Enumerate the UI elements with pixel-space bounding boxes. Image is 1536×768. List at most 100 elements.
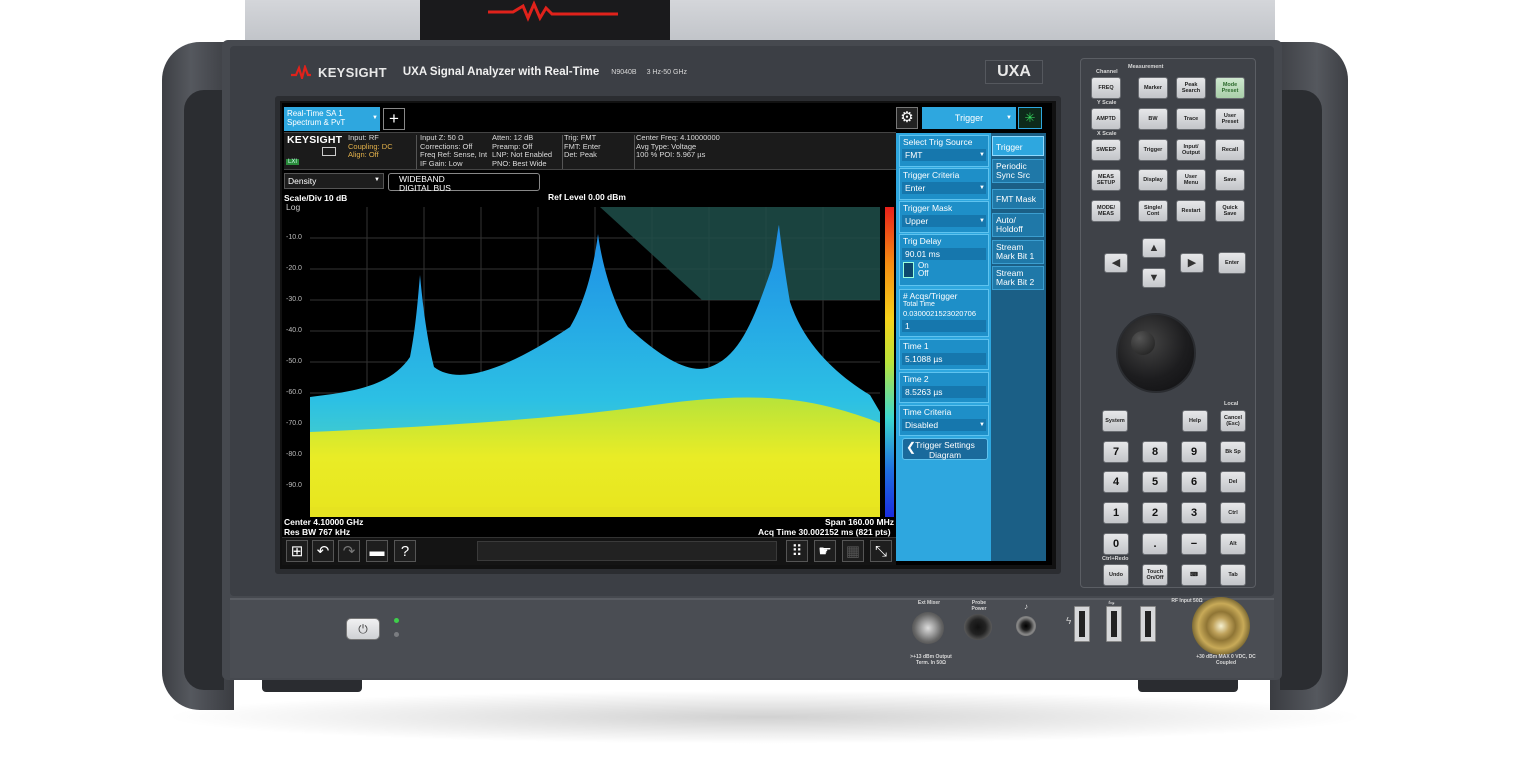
minus-key[interactable]: − xyxy=(1181,533,1207,555)
maximize-icon[interactable]: ⤡ xyxy=(870,540,892,562)
display-key[interactable]: Display xyxy=(1138,169,1168,191)
redo-icon[interactable]: ↷ xyxy=(338,540,360,562)
brand-name: KEYSIGHT xyxy=(318,64,387,80)
resolution-bandwidth: Res BW 767 kHz xyxy=(284,527,351,537)
quick-save-key[interactable]: Quick Save xyxy=(1215,200,1245,222)
numkey-5[interactable]: 5 xyxy=(1142,471,1168,493)
arrow-left-key[interactable]: ◀ xyxy=(1104,253,1128,273)
brand-header: KEYSIGHT UXA Signal Analyzer with Real-T… xyxy=(290,62,687,82)
noise-floor xyxy=(310,507,880,517)
numkey-6[interactable]: 6 xyxy=(1181,471,1207,493)
gear-icon[interactable]: ⚙ xyxy=(896,107,918,129)
menu-title-dropdown[interactable]: Trigger ▼ xyxy=(922,107,1016,129)
undo-icon[interactable]: ↶ xyxy=(312,540,334,562)
delay-toggle[interactable]: On Off xyxy=(903,262,985,278)
trigger-criteria-dropdown[interactable]: Trigger Criteria Enter ▼ xyxy=(899,168,989,200)
grid-icon[interactable]: ▦ xyxy=(842,540,864,562)
ext-mixer-label: Ext Mixer xyxy=(917,600,941,606)
user-preset-key[interactable]: User Preset xyxy=(1215,108,1245,130)
help-key[interactable]: Help xyxy=(1182,410,1208,432)
add-screen-button[interactable]: + xyxy=(383,108,405,130)
time1-value[interactable]: 5.1088 µs xyxy=(902,353,986,365)
file-folder-icon[interactable]: ▬ xyxy=(366,540,388,562)
criteria-value: Enter ▼ xyxy=(902,182,986,194)
numkey-4[interactable]: 4 xyxy=(1103,471,1129,493)
trigger-mask-dropdown[interactable]: Trigger Mask Upper ▼ xyxy=(899,201,989,233)
time-criteria-dropdown[interactable]: Time Criteria Disabled ▼ xyxy=(899,405,989,436)
density-spectrum-plot[interactable] xyxy=(310,207,880,517)
numkey-3[interactable]: 3 xyxy=(1181,502,1207,524)
time1-field[interactable]: Time 1 5.1088 µs xyxy=(899,339,989,370)
numkey-1[interactable]: 1 xyxy=(1103,502,1129,524)
keyboard-icon[interactable]: ⌨ xyxy=(1181,564,1207,586)
lightning-icon: ϟ xyxy=(1066,616,1072,627)
freq-key[interactable]: FREQ xyxy=(1091,77,1121,99)
numkey-7[interactable]: 7 xyxy=(1103,441,1129,463)
enter-key[interactable]: Enter xyxy=(1218,252,1246,274)
recall-key[interactable]: Recall xyxy=(1215,139,1245,161)
touch-icon[interactable]: ☛ xyxy=(814,540,836,562)
softkey-fmt-mask[interactable]: FMT Mask xyxy=(992,189,1044,209)
softkey-auto-holdoff[interactable]: Auto/Holdoff xyxy=(992,213,1044,237)
tab-key[interactable]: Tab xyxy=(1220,564,1246,586)
softkey-label: Mark Bit 1 xyxy=(996,251,1035,261)
rotary-knob[interactable] xyxy=(1116,313,1196,393)
softkey-stream-mark-2[interactable]: Stream Mark Bit 2 xyxy=(992,266,1044,290)
alt-key[interactable]: Alt xyxy=(1220,533,1246,555)
toggle-switch[interactable] xyxy=(903,262,914,278)
trig-delay-field[interactable]: Trig Delay 90.01 ms On Off xyxy=(899,234,989,286)
softkey-trigger[interactable]: Trigger xyxy=(992,136,1044,156)
windows-start-icon[interactable]: ⊞ xyxy=(286,540,308,562)
bw-key[interactable]: BW xyxy=(1138,108,1168,130)
view-select-dropdown[interactable]: Density ▼ xyxy=(284,173,384,189)
numkey-8[interactable]: 8 xyxy=(1142,441,1168,463)
arrow-right-key[interactable]: ▶ xyxy=(1180,253,1204,273)
trace-key[interactable]: Trace xyxy=(1176,108,1206,130)
trigger-settings-diagram-button[interactable]: ❮ Trigger Settings Diagram xyxy=(902,438,988,460)
mode-tab-realtime-sa[interactable]: Real-Time SA 1 Spectrum & PvT ▼ xyxy=(284,107,380,131)
trigger-key[interactable]: Trigger xyxy=(1138,139,1168,161)
help-icon[interactable]: ? xyxy=(394,540,416,562)
system-key[interactable]: System xyxy=(1102,410,1128,432)
decimal-key[interactable]: . xyxy=(1142,533,1168,555)
softkey-periodic-sync[interactable]: Periodic Sync Src xyxy=(992,159,1044,183)
arrow-up-key[interactable]: ▲ xyxy=(1142,238,1166,258)
time2-field[interactable]: Time 2 8.5263 µs xyxy=(899,372,989,403)
center-frequency: Center 4.10000 GHz xyxy=(284,517,364,527)
marker-key[interactable]: Marker xyxy=(1138,77,1168,99)
delete-key[interactable]: Del xyxy=(1220,471,1246,493)
numkey-0[interactable]: 0 xyxy=(1103,533,1129,555)
power-button[interactable]: ⏻ xyxy=(346,618,380,640)
peak-search-key[interactable]: Peak Search xyxy=(1176,77,1206,99)
keysight-logo-icon xyxy=(290,65,312,79)
input-output-key[interactable]: Input/ Output xyxy=(1176,139,1206,161)
numkey-9[interactable]: 9 xyxy=(1181,441,1207,463)
time1-label: Time 1 xyxy=(903,341,929,351)
search-input[interactable] xyxy=(477,541,777,561)
time2-value[interactable]: 8.5263 µs xyxy=(902,386,986,398)
softkey-stream-mark-1[interactable]: Stream Mark Bit 1 xyxy=(992,240,1044,264)
sweep-key[interactable]: SWEEP xyxy=(1091,139,1121,161)
ctrl-key[interactable]: Ctrl xyxy=(1220,502,1246,524)
layout-icon[interactable]: ⠿ xyxy=(786,540,808,562)
mode-preset-key[interactable]: Mode Preset xyxy=(1215,77,1245,99)
delay-value[interactable]: 90.01 ms xyxy=(902,248,986,260)
acqs-value[interactable]: 1 xyxy=(902,320,986,332)
meas-setup-key[interactable]: MEAS SETUP xyxy=(1091,169,1121,191)
time-criteria-value: Disabled ▼ xyxy=(902,419,986,431)
amptd-key[interactable]: AMPTD xyxy=(1091,108,1121,130)
cancel-esc-key[interactable]: Cancel (Esc) xyxy=(1220,410,1246,432)
backspace-key[interactable]: Bk Sp xyxy=(1220,441,1246,463)
touch-on-off-key[interactable]: Touch On/Off xyxy=(1142,564,1168,586)
single-cont-key[interactable]: Single/ Cont xyxy=(1138,200,1168,222)
undo-key[interactable]: Undo xyxy=(1103,564,1129,586)
save-key[interactable]: Save xyxy=(1215,169,1245,191)
numkey-2[interactable]: 2 xyxy=(1142,502,1168,524)
user-menu-key[interactable]: User Menu xyxy=(1176,169,1206,191)
arrow-down-key[interactable]: ▼ xyxy=(1142,268,1166,288)
mode-meas-key[interactable]: MODE/ MEAS xyxy=(1091,200,1121,222)
trig-source-value: FMT ▼ xyxy=(902,149,986,161)
acqs-per-trigger-field[interactable]: # Acqs/Trigger Total Time 0.030002152302… xyxy=(899,289,989,337)
restart-key[interactable]: Restart xyxy=(1176,200,1206,222)
trig-source-dropdown[interactable]: Select Trig Source FMT ▼ xyxy=(899,135,989,167)
